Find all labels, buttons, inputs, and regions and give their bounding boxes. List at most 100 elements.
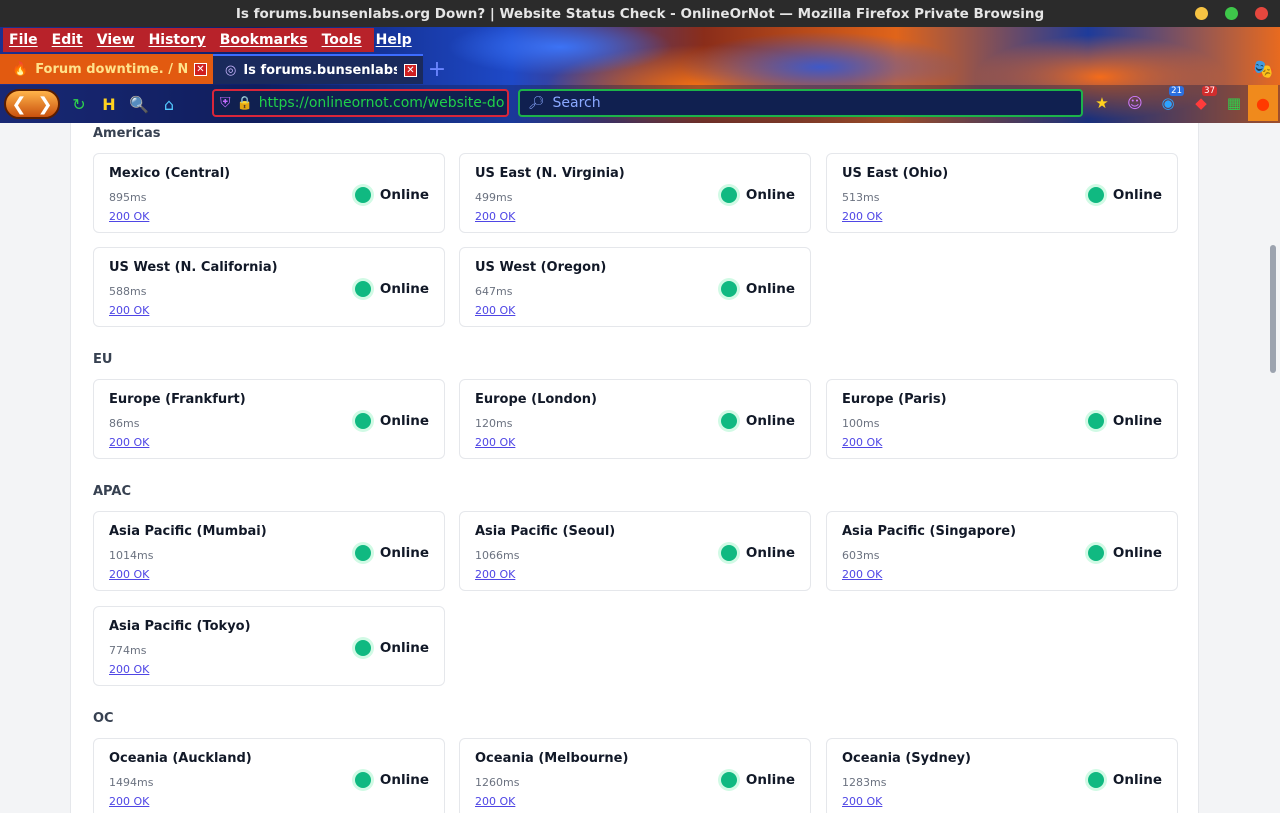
menu-help[interactable]: Help bbox=[370, 32, 420, 48]
response-time: 1014ms bbox=[109, 549, 154, 562]
region-title-eu: EU bbox=[93, 352, 113, 367]
status-code-link[interactable]: 200 OK bbox=[109, 795, 149, 808]
status-card: Asia Pacific (Tokyo) 774ms 200 OK Online bbox=[93, 606, 445, 686]
status-indicator: Online bbox=[720, 281, 795, 297]
status-label: Online bbox=[379, 187, 429, 203]
status-label: Online bbox=[379, 640, 429, 656]
tab-close-icon[interactable]: ✕ bbox=[194, 62, 207, 76]
response-time: 1283ms bbox=[842, 776, 887, 789]
search-icon: 🔎︎ bbox=[528, 95, 545, 111]
status-label: Online bbox=[1112, 772, 1162, 788]
status-code-link[interactable]: 200 OK bbox=[109, 210, 149, 223]
status-card: Europe (London) 120ms 200 OK Online bbox=[459, 379, 811, 459]
status-code-link[interactable]: 200 OK bbox=[842, 210, 882, 223]
status-card: Asia Pacific (Seoul) 1066ms 200 OK Onlin… bbox=[459, 511, 811, 591]
home-h-icon[interactable]: H bbox=[98, 93, 120, 115]
addon-red-icon[interactable]: ◆ 37 bbox=[1189, 86, 1217, 115]
menu-bar: File Edit View History Bookmarks Tools H… bbox=[3, 28, 412, 52]
tab-onlineornot[interactable]: ◎ Is forums.bunsenlabs.org ✕ bbox=[213, 54, 423, 84]
status-code-link[interactable]: 200 OK bbox=[109, 304, 149, 317]
online-dot-icon bbox=[720, 772, 737, 788]
status-code-link[interactable]: 200 OK bbox=[475, 795, 515, 808]
response-time: 1066ms bbox=[475, 549, 520, 562]
status-label: Online bbox=[379, 545, 429, 561]
magnifier-icon[interactable]: 🔍 bbox=[128, 93, 150, 115]
page-viewport: Americas Mexico (Central) 895ms 200 OK O… bbox=[0, 123, 1280, 813]
status-code-link[interactable]: 200 OK bbox=[475, 568, 515, 581]
status-indicator: Online bbox=[720, 772, 795, 788]
status-code-link[interactable]: 200 OK bbox=[475, 436, 515, 449]
menu-tools[interactable]: Tools bbox=[316, 32, 370, 48]
response-time: 603ms bbox=[842, 549, 880, 562]
menu-edit[interactable]: Edit bbox=[46, 32, 91, 48]
shield-icon[interactable]: ⛨ bbox=[220, 95, 231, 111]
reload-icon[interactable]: ↻ bbox=[68, 93, 90, 115]
status-label: Online bbox=[1112, 545, 1162, 561]
tab-close-icon[interactable]: ✕ bbox=[404, 63, 417, 77]
grid-icon[interactable]: ▦ bbox=[1222, 91, 1246, 115]
location-name: Oceania (Melbourne) bbox=[475, 751, 629, 766]
flame-icon: 🔥 bbox=[12, 61, 29, 77]
status-code-link[interactable]: 200 OK bbox=[475, 304, 515, 317]
status-code-link[interactable]: 200 OK bbox=[842, 436, 882, 449]
tab-title: Is forums.bunsenlabs.org bbox=[243, 62, 397, 78]
status-code-link[interactable]: 200 OK bbox=[475, 210, 515, 223]
menu-bookmarks[interactable]: Bookmarks bbox=[214, 32, 316, 48]
status-indicator: Online bbox=[354, 413, 429, 429]
status-indicator: Online bbox=[354, 281, 429, 297]
forward-arrow-icon[interactable]: ❯ bbox=[37, 94, 52, 115]
location-name: Asia Pacific (Seoul) bbox=[475, 524, 616, 539]
url-bar[interactable]: ⛨ 🔒 https://onlineornot.com/website-do ☆ bbox=[212, 89, 509, 117]
firefox-menu-button[interactable]: ● bbox=[1248, 85, 1278, 121]
response-time: 100ms bbox=[842, 417, 880, 430]
status-label: Online bbox=[745, 413, 795, 429]
location-name: Asia Pacific (Mumbai) bbox=[109, 524, 267, 539]
status-card: Mexico (Central) 895ms 200 OK Online bbox=[93, 153, 445, 233]
home-icon[interactable]: ⌂ bbox=[158, 93, 180, 115]
lock-icon[interactable]: 🔒 bbox=[237, 96, 253, 111]
ublock-icon[interactable]: ◉ 21 bbox=[1156, 86, 1184, 115]
page-scrollbar[interactable] bbox=[1270, 245, 1276, 373]
status-code-link[interactable]: 200 OK bbox=[109, 663, 149, 676]
navigation-toolbar: ❮ ❯ ↻ H 🔍 ⌂ ⛨ 🔒 https://onlineornot.com/… bbox=[0, 85, 1280, 123]
online-dot-icon bbox=[720, 545, 737, 561]
status-code-link[interactable]: 200 OK bbox=[842, 795, 882, 808]
online-dot-icon bbox=[354, 545, 371, 561]
badge-count: 37 bbox=[1202, 86, 1217, 96]
status-code-link[interactable]: 200 OK bbox=[842, 568, 882, 581]
menu-view[interactable]: View bbox=[91, 32, 143, 48]
status-label: Online bbox=[379, 281, 429, 297]
search-bar[interactable]: 🔎︎ Search bbox=[518, 89, 1083, 117]
status-code-link[interactable]: 200 OK bbox=[109, 436, 149, 449]
status-code-link[interactable]: 200 OK bbox=[109, 568, 149, 581]
close-button[interactable] bbox=[1255, 7, 1268, 20]
online-dot-icon bbox=[1087, 545, 1104, 561]
window-titlebar: Is forums.bunsenlabs.org Down? | Website… bbox=[0, 0, 1280, 27]
response-time: 499ms bbox=[475, 191, 513, 204]
location-name: US West (N. California) bbox=[109, 260, 278, 275]
bookmarks-star-icon[interactable]: ★ bbox=[1090, 91, 1114, 115]
url-text[interactable]: https://onlineornot.com/website-do bbox=[259, 95, 505, 111]
minimize-button[interactable] bbox=[1195, 7, 1208, 20]
tab-forum-downtime[interactable]: 🔥 Forum downtime. / News ✕ bbox=[0, 54, 213, 84]
location-name: Oceania (Auckland) bbox=[109, 751, 252, 766]
extension-icons: ★ ☺ ◉ 21 ◆ 37 ▦ bbox=[1090, 86, 1246, 115]
search-placeholder: Search bbox=[552, 95, 601, 111]
menu-history[interactable]: History bbox=[143, 32, 214, 48]
new-tab-button[interactable]: + bbox=[423, 54, 451, 84]
status-label: Online bbox=[379, 413, 429, 429]
status-page: Americas Mexico (Central) 895ms 200 OK O… bbox=[70, 123, 1199, 813]
status-indicator: Online bbox=[720, 545, 795, 561]
online-dot-icon bbox=[1087, 187, 1104, 203]
status-label: Online bbox=[745, 187, 795, 203]
maximize-button[interactable] bbox=[1225, 7, 1238, 20]
location-name: US East (N. Virginia) bbox=[475, 166, 625, 181]
online-dot-icon bbox=[1087, 772, 1104, 788]
status-indicator: Online bbox=[354, 187, 429, 203]
back-arrow-icon[interactable]: ❮ bbox=[11, 94, 26, 115]
browser-chrome: File Edit View History Bookmarks Tools H… bbox=[0, 27, 1280, 123]
menu-file[interactable]: File bbox=[3, 32, 46, 48]
region-title-oc: OC bbox=[93, 711, 114, 726]
mask-icon[interactable]: ☺ bbox=[1123, 91, 1147, 115]
back-forward-buttons: ❮ ❯ bbox=[4, 89, 60, 119]
